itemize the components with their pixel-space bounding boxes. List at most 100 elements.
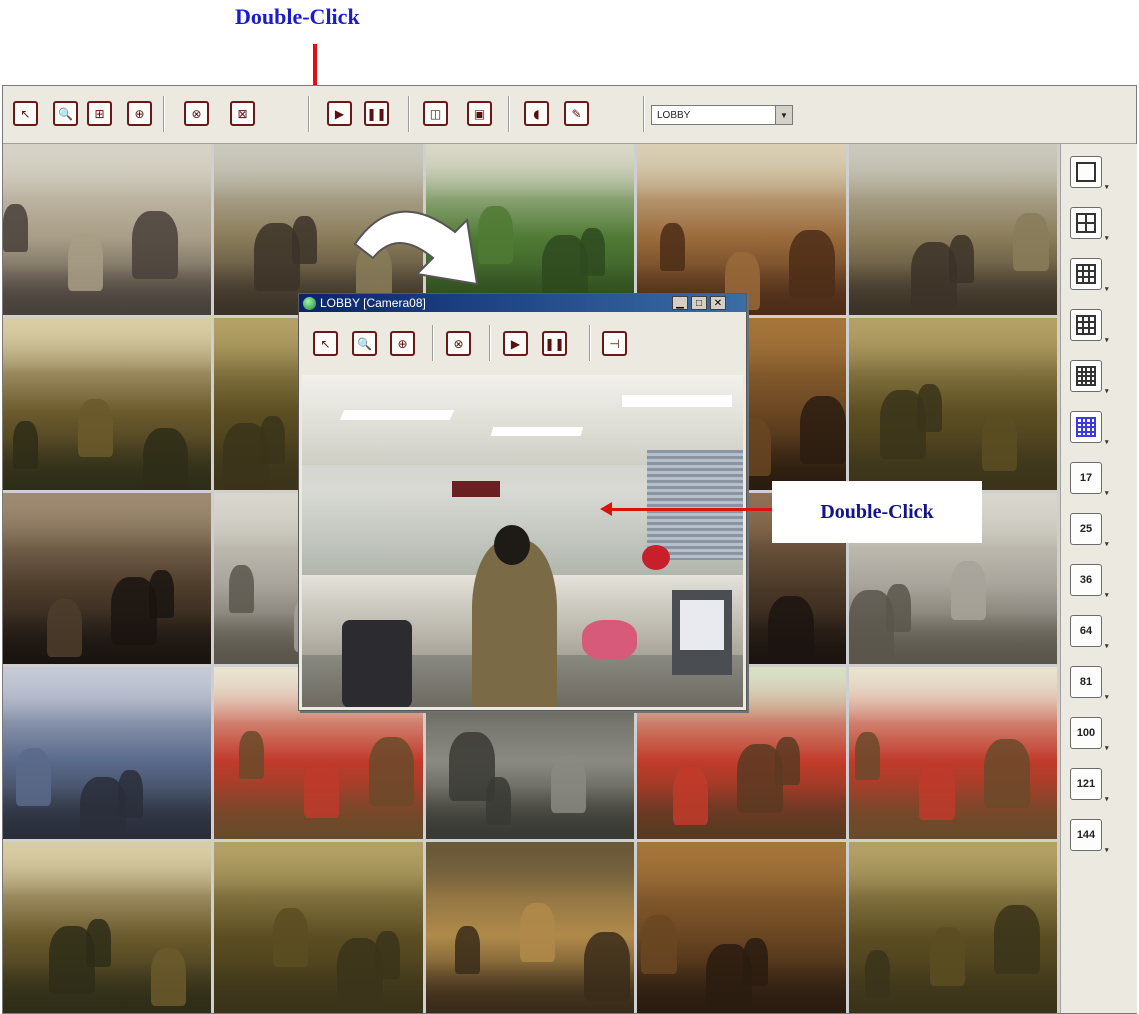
popup-zoom-button[interactable]: 🔍 — [352, 331, 377, 356]
scene-figure — [519, 903, 555, 962]
sequence-icon: ◫ — [429, 106, 442, 121]
scene-background — [848, 318, 1057, 374]
camera-tile-hotel-hall[interactable] — [214, 841, 423, 1013]
dropdown-arrow-icon[interactable]: ▾ — [1105, 285, 1111, 293]
camera-tile-party[interactable] — [3, 492, 212, 665]
layout-144-button[interactable]: 144 ▾ — [1070, 819, 1109, 854]
camera-tile-bank-counter[interactable] — [848, 144, 1057, 316]
camera-popup-window[interactable]: LOBBY [Camera08] ▁ □ ✕ ↖ 🔍 ⊕ ⊗ ▶ ❚❚ ⊣ — [298, 293, 747, 711]
scene-figure — [911, 241, 957, 311]
popup-ptz-button[interactable]: ⊕ — [390, 331, 415, 356]
scene-figure — [584, 932, 631, 1001]
dropdown-arrow-icon[interactable]: ▾ — [1105, 489, 1111, 497]
layout-4-button[interactable]: ▾ — [1070, 207, 1109, 242]
scene-figure — [48, 925, 95, 995]
camera-tile-hotel-lounge[interactable] — [3, 841, 212, 1013]
layout-25-button[interactable]: 25 ▾ — [1070, 513, 1109, 548]
play-button[interactable]: ▶ — [327, 101, 352, 126]
camera-tile-fast-food[interactable] — [848, 667, 1057, 839]
dropdown-arrow-icon[interactable]: ▾ — [1105, 744, 1111, 752]
camera-tile-banquet-hall[interactable] — [637, 841, 846, 1013]
cursor-icon: ↖ — [20, 106, 31, 121]
maximize-icon[interactable]: □ — [691, 296, 707, 310]
camera-tile-deli-shelves[interactable] — [637, 144, 846, 316]
layout-9-button[interactable]: ▾ — [1070, 309, 1109, 344]
scene-figure — [222, 422, 269, 490]
dropdown-arrow-icon[interactable]: ▾ — [1105, 693, 1111, 701]
cursor-icon: ↖ — [320, 336, 331, 351]
dropdown-arrow-icon[interactable]: ▾ — [1105, 183, 1111, 191]
ceiling-light — [490, 427, 584, 436]
camera-tile-hotel-hall[interactable] — [848, 318, 1057, 490]
camera-tile-hotel-hall[interactable] — [848, 841, 1057, 1013]
layout-36-button[interactable]: 36 ▾ — [1070, 564, 1109, 599]
dropdown-arrow-icon[interactable]: ▾ — [1105, 642, 1111, 650]
fullscreen-button[interactable]: ▣ — [467, 101, 492, 126]
popup-camera-view[interactable] — [302, 375, 743, 707]
scene-figure — [15, 747, 51, 806]
dropdown-arrow-icon[interactable]: ▾ — [1105, 336, 1111, 344]
arrow-head-icon — [600, 502, 612, 516]
area-zoom-button[interactable]: ⊞ — [87, 101, 112, 126]
ptz-button[interactable]: ⊕ — [127, 101, 152, 126]
ptz-icon: ⊕ — [134, 106, 145, 121]
dropdown-arrow-icon[interactable]: ▾ — [1105, 438, 1111, 446]
popup-close-camera-button[interactable]: ⊗ — [446, 331, 471, 356]
ceiling-light — [622, 395, 732, 407]
layout-81-button[interactable]: 81 ▾ — [1070, 666, 1109, 701]
layout-1-button[interactable]: ▾ — [1070, 156, 1109, 191]
layout-64-button[interactable]: 64 ▾ — [1070, 615, 1109, 650]
chevron-down-icon[interactable]: ▼ — [775, 106, 792, 124]
scene-figure — [737, 744, 784, 813]
scene-figure — [80, 776, 126, 839]
layout-button-label: 121 — [1076, 778, 1096, 790]
popup-select-button[interactable]: ↖ — [313, 331, 338, 356]
camera-tile-bank-lobby[interactable] — [3, 144, 212, 316]
scene-figure — [3, 203, 28, 252]
microphone-button[interactable]: ✎ — [564, 101, 589, 126]
dropdown-arrow-icon[interactable]: ▾ — [1105, 234, 1111, 242]
close-icon[interactable]: ✕ — [710, 296, 726, 310]
layout-button-label: 17 — [1079, 472, 1093, 484]
popup-snapshot-button[interactable]: ⊣ — [602, 331, 627, 356]
scene-background — [214, 841, 423, 897]
scene-figure — [337, 937, 384, 1007]
channel-select[interactable]: LOBBY ▼ — [651, 105, 793, 125]
dropdown-arrow-icon[interactable]: ▾ — [1105, 846, 1111, 854]
snapshot-icon: ⊣ — [609, 336, 620, 351]
callout-label: Double-Click — [820, 500, 934, 523]
minimize-icon[interactable]: ▁ — [672, 296, 688, 310]
audio-button[interactable]: ◖ — [524, 101, 549, 126]
dropdown-arrow-icon[interactable]: ▾ — [1105, 591, 1111, 599]
zoom-tool-button[interactable]: 🔍 — [53, 101, 78, 126]
layout-17-button[interactable]: 17 ▾ — [1070, 462, 1109, 497]
camera-tile-hotel-lobby-night[interactable] — [425, 841, 635, 1013]
popup-pause-button[interactable]: ❚❚ — [542, 331, 567, 356]
popup-play-button[interactable]: ▶ — [503, 331, 528, 356]
magnifier-icon: 🔍 — [357, 336, 372, 351]
close-all-icon: ⊠ — [237, 106, 248, 121]
dropdown-arrow-icon[interactable]: ▾ — [1105, 540, 1111, 548]
layout-100-button[interactable]: 100 ▾ — [1070, 717, 1109, 752]
layout-16-button[interactable]: ▾ — [1070, 411, 1109, 446]
camera-tile-hotel-lounge[interactable] — [3, 318, 212, 490]
layout-6-button[interactable]: ▾ — [1070, 258, 1109, 293]
dropdown-arrow-icon[interactable]: ▾ — [1105, 387, 1111, 395]
scene-figure — [1013, 212, 1049, 271]
layout-button-label: 25 — [1079, 523, 1093, 535]
camera-tile-book-store[interactable] — [3, 667, 212, 839]
layout-panel: ▾ ▾ ▾ ▾ ▾ ▾ 17 ▾ 25 ▾ 36 ▾ 64 ▾ 81 ▾ 100 ▾ 121 ▾ 144 ▾ — [1060, 144, 1137, 1013]
layout-13-button[interactable]: ▾ — [1070, 360, 1109, 395]
layout-button-label: 36 — [1079, 574, 1093, 586]
scene-figure — [848, 590, 895, 660]
pause-button[interactable]: ❚❚ — [364, 101, 389, 126]
flowers — [642, 545, 670, 570]
close-all-button[interactable]: ⊠ — [230, 101, 255, 126]
select-tool-button[interactable]: ↖ — [13, 101, 38, 126]
sequence-button[interactable]: ◫ — [423, 101, 448, 126]
quad-view-icon — [1076, 213, 1096, 233]
fullscreen-icon: ▣ — [473, 106, 486, 121]
layout-121-button[interactable]: 121 ▾ — [1070, 768, 1109, 803]
dropdown-arrow-icon[interactable]: ▾ — [1105, 795, 1111, 803]
close-camera-button[interactable]: ⊗ — [184, 101, 209, 126]
